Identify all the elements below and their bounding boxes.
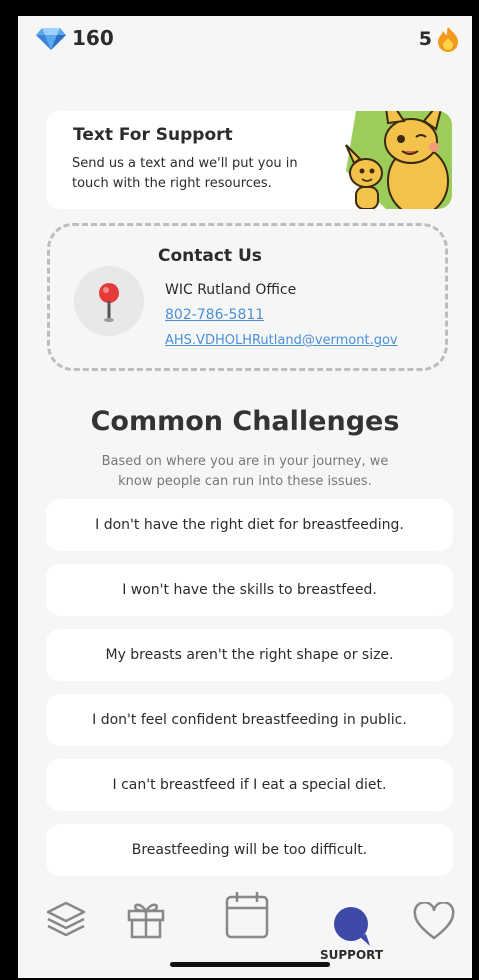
text-support-description: Send us a text and we'll put you in touc… (72, 156, 298, 191)
challenge-item[interactable]: I don't have the right diet for breastfe… (46, 499, 453, 551)
mascot-illustration (345, 111, 452, 209)
app-screen: 160 5 Text For Support Send us a text an… (18, 16, 472, 978)
contact-title: Contact Us (158, 246, 262, 266)
phone-link[interactable]: 802-786-5811 (165, 307, 264, 323)
home-indicator (170, 962, 330, 967)
top-bar: 160 5 (18, 16, 472, 64)
diamond-icon (36, 28, 66, 50)
challenge-item[interactable]: I don't feel confident breastfeeding in … (46, 694, 453, 746)
challenges-heading: Common Challenges (90, 406, 400, 437)
text-support-title: Text For Support (73, 125, 233, 145)
nav-support-label[interactable]: SUPPORT (320, 948, 383, 962)
heart-icon[interactable] (412, 902, 456, 942)
gift-icon[interactable] (124, 898, 168, 940)
streak-counter[interactable]: 5 (419, 26, 460, 52)
contact-card: Contact Us WIC Rutland Office 802-786-58… (47, 223, 448, 371)
email-link[interactable]: AHS.VDHOLHRutland@vermont.gov (165, 333, 398, 348)
flame-icon (438, 27, 458, 52)
map-pin-badge (74, 266, 144, 336)
office-name: WIC Rutland Office (165, 282, 297, 298)
text-support-card[interactable]: Text For Support Send us a text and we'l… (46, 111, 452, 209)
gem-counter[interactable]: 160 (36, 26, 114, 50)
challenge-item[interactable]: I can't breastfeed if I eat a special di… (46, 759, 453, 811)
challenge-item[interactable]: My breasts aren't the right shape or siz… (46, 629, 453, 681)
map-pin-icon (99, 283, 119, 322)
challenges-subheading: Based on where you are in your journey, … (101, 454, 389, 489)
layers-icon[interactable] (44, 900, 88, 940)
challenge-item[interactable]: Breastfeeding will be too difficult. (46, 824, 453, 876)
chat-bubble-icon[interactable] (330, 904, 374, 948)
streak-count: 5 (418, 28, 432, 50)
gem-count: 160 (72, 26, 114, 50)
challenge-item[interactable]: I won't have the skills to breastfeed. (46, 564, 453, 616)
calendar-icon[interactable] (224, 890, 270, 940)
